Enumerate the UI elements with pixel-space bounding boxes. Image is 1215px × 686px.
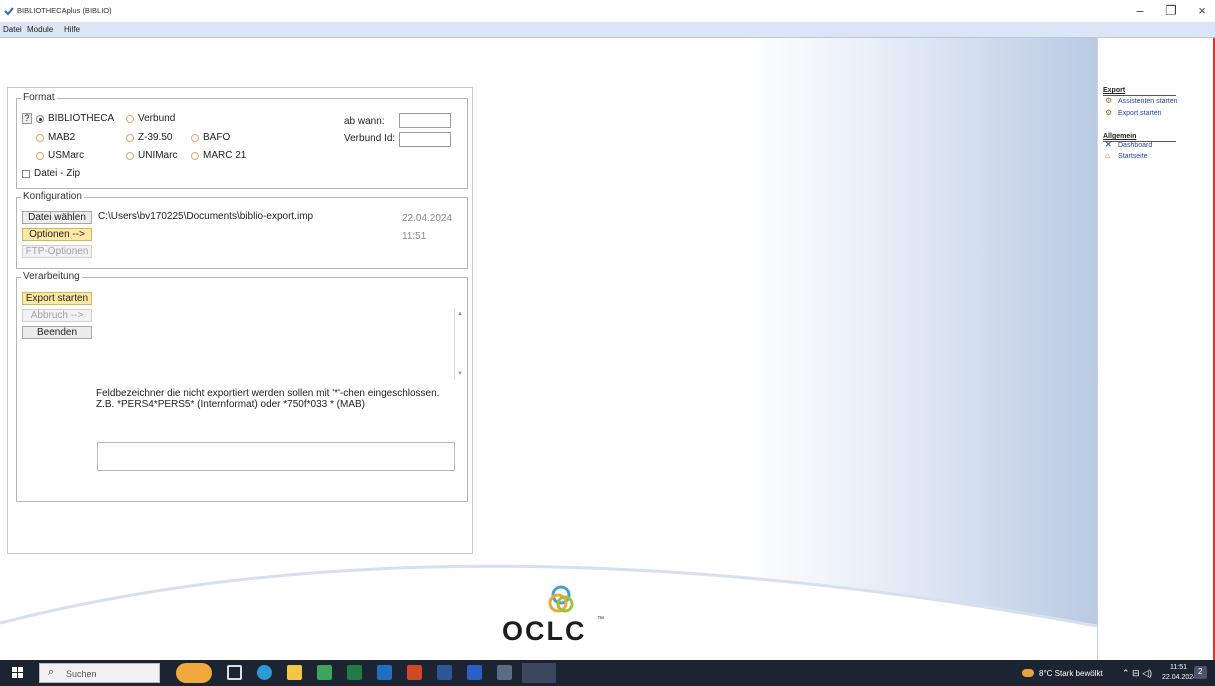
dashboard-app-icon[interactable]	[467, 665, 482, 680]
export-icon: ⚙	[1105, 108, 1113, 117]
store-icon[interactable]	[317, 665, 332, 680]
cloud-weather-icon	[1022, 669, 1034, 677]
scroll-down-icon[interactable]: ▼	[457, 371, 463, 377]
close-button[interactable]: ×	[1191, 3, 1213, 19]
link-startseite-label: Startseite	[1118, 153, 1148, 160]
zip-checkbox-label: Datei - Zip	[34, 168, 81, 179]
taskbar: ⌕ Suchen 8°C Stark bewölkt ⌃ ⊟ ◁) 11:51 …	[0, 660, 1215, 686]
main-area: Format ? BIBLIOTHECA Verbund MAB2 Z-39.5…	[0, 38, 1097, 660]
allgemein-heading: Allgemein	[1103, 133, 1137, 140]
help-button[interactable]: ?	[22, 113, 32, 124]
radio-marc21[interactable]	[191, 152, 199, 160]
ftp-optionen-button[interactable]: FTP-Optionen	[22, 245, 92, 258]
excel-icon[interactable]	[347, 665, 362, 680]
link-assistenten-starten-label: Assistenten starten	[1118, 98, 1178, 105]
home-icon: ⌂	[1105, 151, 1110, 160]
app-icon-2[interactable]	[497, 665, 512, 680]
clock-time[interactable]: 11:51	[1170, 664, 1187, 671]
file-path: C:\Users\bv170225\Documents\biblio-expor…	[98, 211, 314, 222]
windows-start-icon[interactable]	[12, 667, 24, 679]
scroll-up-icon[interactable]: ▲	[457, 311, 463, 317]
task-view-icon[interactable]	[227, 665, 242, 680]
radio-usmarc-label: USMarc	[48, 150, 85, 161]
maximize-button[interactable]: ❐	[1160, 3, 1182, 19]
radio-bibliotheca-label: BIBLIOTHECA	[48, 113, 115, 124]
konfiguration-group: Konfiguration Datei wählen C:\Users\bv17…	[16, 191, 468, 269]
app-icon	[4, 7, 14, 16]
radio-unimarc-label: UNIMarc	[138, 150, 178, 161]
export-form: Format ? BIBLIOTHECA Verbund MAB2 Z-39.5…	[7, 87, 473, 554]
link-export-starten-label: Export starten	[1118, 110, 1162, 117]
radio-usmarc[interactable]	[36, 152, 44, 160]
edge-icon[interactable]	[257, 665, 272, 680]
wizard-icon: ⚙	[1105, 96, 1113, 105]
radio-bafo[interactable]	[191, 134, 199, 142]
config-date: 22.04.2024	[402, 213, 453, 224]
export-heading: Export	[1103, 87, 1126, 94]
outlook-icon[interactable]	[377, 665, 392, 680]
zip-checkbox[interactable]	[22, 170, 30, 178]
radio-unimarc[interactable]	[126, 152, 134, 160]
optionen-button[interactable]: Optionen -->	[22, 228, 92, 241]
menu-datei[interactable]: Datei	[3, 25, 22, 34]
radio-verbund-label: Verbund	[138, 113, 176, 124]
oclc-trademark: ™	[597, 616, 604, 623]
notification-count: 2	[1198, 667, 1203, 676]
verarbeitung-group: Verarbeitung Export starten Abbruch --> …	[16, 271, 468, 502]
verarbeitung-legend: Verarbeitung	[21, 271, 82, 282]
radio-marc21-label: MARC 21	[203, 150, 247, 161]
powerpoint-icon[interactable]	[407, 665, 422, 680]
verbund-id-input[interactable]	[399, 132, 451, 147]
radio-z3950-label: Z-39.50	[138, 132, 173, 143]
ab-wann-label: ab wann:	[344, 116, 385, 127]
abbruch-button[interactable]: Abbruch -->	[22, 309, 92, 322]
oclc-logo-icon	[548, 585, 574, 613]
search-placeholder: Suchen	[66, 669, 97, 679]
dashboard-icon: ✕	[1105, 140, 1112, 149]
oclc-logo-text: OCLC	[502, 616, 587, 646]
link-startseite[interactable]: ⌂ Startseite	[1103, 151, 1213, 163]
hint-line-2: Z.B. *PERS4*PERS5* (Internformat) oder *…	[96, 399, 366, 410]
format-group: Format ? BIBLIOTHECA Verbund MAB2 Z-39.5…	[16, 92, 468, 189]
radio-verbund[interactable]	[126, 115, 134, 123]
menu-bar: Datei Module Hilfe	[0, 22, 1215, 38]
link-export-starten[interactable]: ⚙ Export starten	[1103, 108, 1213, 120]
weather-text[interactable]: 8°C Stark bewölkt	[1039, 669, 1103, 678]
excluded-fields-input[interactable]	[97, 442, 455, 471]
link-dashboard-label: Dashboard	[1118, 142, 1153, 149]
minimize-button[interactable]: –	[1129, 3, 1151, 19]
beenden-button[interactable]: Beenden	[22, 326, 92, 339]
title-bar: BIBLIOTHECAplus (BIBLIO) – ❐ ×	[0, 0, 1215, 22]
ab-wann-input[interactable]	[399, 113, 451, 128]
window-title: BIBLIOTHECAplus (BIBLIO)	[17, 6, 112, 15]
format-legend: Format	[21, 92, 57, 103]
log-scrollbar[interactable]: ▲ ▼	[454, 308, 464, 380]
clock-date[interactable]: 22.04.2024	[1162, 674, 1197, 681]
word-icon[interactable]	[437, 665, 452, 680]
link-assistenten-starten[interactable]: ⚙ Assistenten starten	[1103, 96, 1213, 108]
bibliotheca-taskbar-icon[interactable]	[522, 663, 556, 683]
radio-bafo-label: BAFO	[203, 132, 231, 143]
konfiguration-legend: Konfiguration	[21, 191, 84, 202]
tray-icons[interactable]: ⌃ ⊟ ◁)	[1122, 668, 1152, 679]
radio-bibliotheca[interactable]	[36, 115, 44, 123]
menu-module[interactable]: Module	[27, 25, 53, 34]
file-explorer-icon[interactable]	[287, 665, 302, 680]
taskbar-search[interactable]: ⌕ Suchen	[39, 663, 160, 683]
radio-mab2-label: MAB2	[48, 132, 76, 143]
hint-line-1: Feldbezeichner die nicht exportiert werd…	[96, 388, 440, 399]
datei-waehlen-button[interactable]: Datei wählen	[22, 211, 92, 224]
export-starten-button[interactable]: Export starten	[22, 292, 92, 305]
task-panel: Export ⚙ Assistenten starten ⚙ Export st…	[1097, 38, 1215, 660]
verbund-id-label: Verbund Id:	[344, 133, 396, 144]
config-time: 11:51	[402, 231, 427, 242]
radio-mab2[interactable]	[36, 134, 44, 142]
weather-widget-icon[interactable]	[176, 663, 212, 683]
link-dashboard[interactable]: ✕ Dashboard	[1103, 140, 1213, 152]
menu-hilfe[interactable]: Hilfe	[64, 25, 80, 34]
export-divider	[1103, 95, 1176, 96]
search-icon: ⌕	[48, 666, 55, 678]
notification-icon[interactable]: 2	[1194, 666, 1207, 679]
radio-z3950[interactable]	[126, 134, 134, 142]
